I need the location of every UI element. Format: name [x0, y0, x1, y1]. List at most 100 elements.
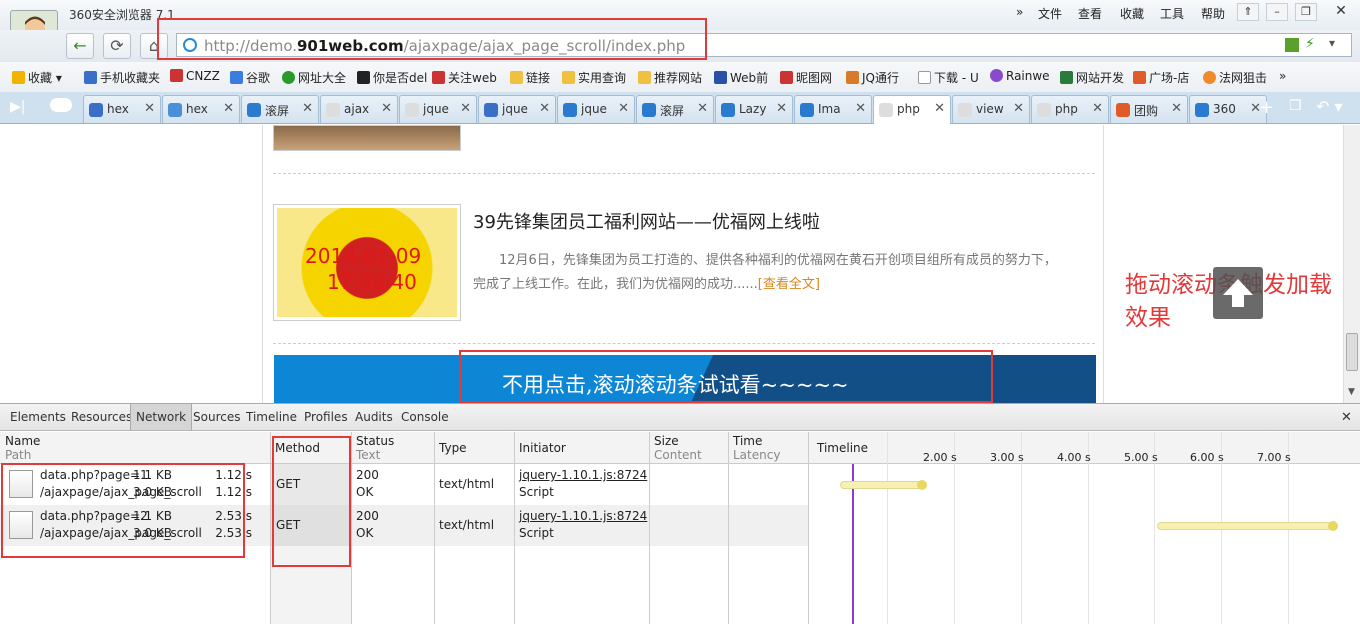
tab-close-icon[interactable]: ✕ [144, 101, 155, 116]
col-timeline[interactable]: Timeline [817, 441, 868, 455]
col-size[interactable]: Size Content [654, 434, 702, 462]
thumbnail-time: 17:00:40 [327, 270, 417, 294]
tab-item[interactable]: php ✕ [1031, 95, 1109, 123]
bookmark-item[interactable]: 下载 - U [918, 69, 979, 86]
tab-item[interactable]: jque ✕ [557, 95, 635, 123]
col-initiator[interactable]: Initiator [519, 441, 566, 455]
bookmark-item[interactable]: Rainwe [990, 69, 1050, 83]
bookmark-item[interactable]: 手机收藏夹 [84, 69, 160, 86]
qr-icon[interactable] [1285, 38, 1299, 52]
restore-button[interactable]: ❐ [1295, 3, 1317, 21]
tab-item[interactable]: hex ✕ [162, 95, 240, 123]
col-status[interactable]: Status Text [356, 434, 394, 462]
read-more-link[interactable]: [查看全文] [758, 277, 820, 292]
minimize-button[interactable]: – [1266, 3, 1288, 21]
menu-favorites[interactable]: 收藏 [1120, 5, 1144, 22]
tab-close-icon[interactable]: ✕ [618, 101, 629, 116]
col-name[interactable]: Name Path [5, 434, 40, 462]
tab-audits[interactable]: Audits [355, 410, 393, 424]
bookmark-folder[interactable]: 实用查询 [562, 69, 626, 86]
col-type[interactable]: Type [439, 441, 467, 455]
tab-item[interactable]: 滚屏 ✕ [241, 95, 319, 123]
request-initiator-link[interactable]: jquery-1.10.1.js:8724 [519, 509, 647, 523]
menu-help[interactable]: 帮助 [1201, 5, 1225, 22]
tab-close-icon[interactable]: ✕ [1013, 101, 1024, 116]
tab-close-icon[interactable]: ✕ [302, 101, 313, 116]
tab-resources[interactable]: Resources [71, 410, 132, 424]
bookmark-folder[interactable]: 链接 [510, 69, 550, 86]
tab-list-icon[interactable]: ❐ [1289, 98, 1302, 114]
tab-console[interactable]: Console [401, 410, 449, 424]
bookmark-item[interactable]: Web前 [714, 69, 768, 86]
speed-icon[interactable]: ⚡ [1305, 36, 1315, 52]
bookmark-item[interactable]: JQ通行 [846, 69, 899, 86]
tab-close-icon[interactable]: ✕ [855, 101, 866, 116]
tab-close-icon[interactable]: ✕ [1092, 101, 1103, 116]
tab-item[interactable]: view ✕ [952, 95, 1030, 123]
tab-item[interactable]: Ima ✕ [794, 95, 872, 123]
menu-file[interactable]: 文件 [1038, 5, 1062, 22]
tab-close-icon[interactable]: ✕ [934, 101, 945, 116]
tab-item[interactable]: 滚屏 ✕ [636, 95, 714, 123]
tab-close-icon[interactable]: ✕ [539, 101, 550, 116]
close-window-button[interactable]: ✕ [1327, 3, 1355, 21]
tab-close-icon[interactable]: ✕ [1171, 101, 1182, 116]
bookmark-favorites[interactable]: 收藏 ▾ [12, 69, 62, 86]
bookmark-item[interactable]: CNZZ [170, 69, 220, 83]
tab-favicon-icon [89, 103, 103, 117]
tab-network[interactable]: Network [130, 404, 193, 430]
tab-elements[interactable]: Elements [10, 410, 66, 424]
tab-item[interactable]: 360 ✕ [1189, 95, 1267, 123]
scrollbar-thumb[interactable] [1346, 333, 1358, 371]
timeline-bar-page-1[interactable] [840, 480, 927, 490]
tab-close-icon[interactable]: ✕ [697, 101, 708, 116]
pin-icon[interactable]: ⇑ [1237, 3, 1259, 21]
article-thumbnail[interactable]: 2014-01-09 17:00:40 [273, 204, 461, 321]
tab-close-icon[interactable]: ✕ [776, 101, 787, 116]
tab-favicon-icon [721, 103, 735, 117]
timeline-bar-page-2[interactable] [1157, 521, 1338, 531]
request-status-text: OK [356, 485, 374, 499]
tab-item[interactable]: jque ✕ [478, 95, 556, 123]
col-time[interactable]: Time Latency [733, 434, 780, 462]
bookmark-item[interactable]: 网址大全 [282, 69, 346, 86]
scroll-down-icon[interactable]: ▼ [1348, 387, 1355, 397]
dropdown-icon[interactable]: ▾ [1329, 36, 1335, 50]
refresh-button[interactable]: ⟳ [103, 33, 131, 59]
tab-timeline[interactable]: Timeline [246, 410, 297, 424]
tab-item[interactable]: hex ✕ [83, 95, 161, 123]
menu-tools[interactable]: 工具 [1160, 5, 1184, 22]
tab-sources[interactable]: Sources [193, 410, 240, 424]
sidebar-toggle-icon[interactable]: ▶| [10, 99, 25, 115]
back-button[interactable]: ← [66, 33, 94, 59]
tab-item[interactable]: 团购 ✕ [1110, 95, 1188, 123]
request-initiator-link[interactable]: jquery-1.10.1.js:8724 [519, 468, 647, 482]
tab-item[interactable]: ajax ✕ [320, 95, 398, 123]
undo-close-tab-icon[interactable]: ↶ ▾ [1316, 97, 1343, 116]
bookmark-item[interactable]: 网站开发 [1060, 69, 1124, 86]
bookmark-item[interactable]: 法网狙击 [1203, 69, 1267, 86]
tab-close-icon[interactable]: ✕ [223, 101, 234, 116]
cloud-icon[interactable] [50, 98, 72, 112]
page-scrollbar[interactable]: ▼ [1343, 125, 1360, 403]
menu-view[interactable]: 查看 [1078, 5, 1102, 22]
close-devtools-icon[interactable]: ✕ [1341, 410, 1352, 425]
tab-close-icon[interactable]: ✕ [460, 101, 471, 116]
bookmark-item[interactable]: 你是否del [357, 69, 427, 86]
tab-item[interactable]: jque ✕ [399, 95, 477, 123]
bookmark-item[interactable]: 广场-店 [1133, 69, 1189, 86]
tab-item[interactable]: php ✕ [873, 95, 951, 124]
overflow-icon[interactable]: » [1016, 5, 1023, 19]
scroll-to-top-button[interactable] [1213, 267, 1263, 319]
article-title[interactable]: 39先锋集团员工福利网站——优福网上线啦 [473, 208, 820, 234]
tab-profiles[interactable]: Profiles [304, 410, 348, 424]
bookmark-item[interactable]: 昵图网 [780, 69, 832, 86]
tab-favicon-icon [642, 103, 656, 117]
bookmark-folder[interactable]: 推荐网站 [638, 69, 702, 86]
tab-item[interactable]: Lazy ✕ [715, 95, 793, 123]
new-tab-button[interactable]: + [1259, 97, 1274, 118]
bookmark-item[interactable]: 谷歌 [230, 69, 270, 86]
bookmarks-overflow-icon[interactable]: » [1279, 69, 1286, 83]
bookmark-item[interactable]: 关注web [432, 69, 497, 86]
tab-close-icon[interactable]: ✕ [381, 101, 392, 116]
